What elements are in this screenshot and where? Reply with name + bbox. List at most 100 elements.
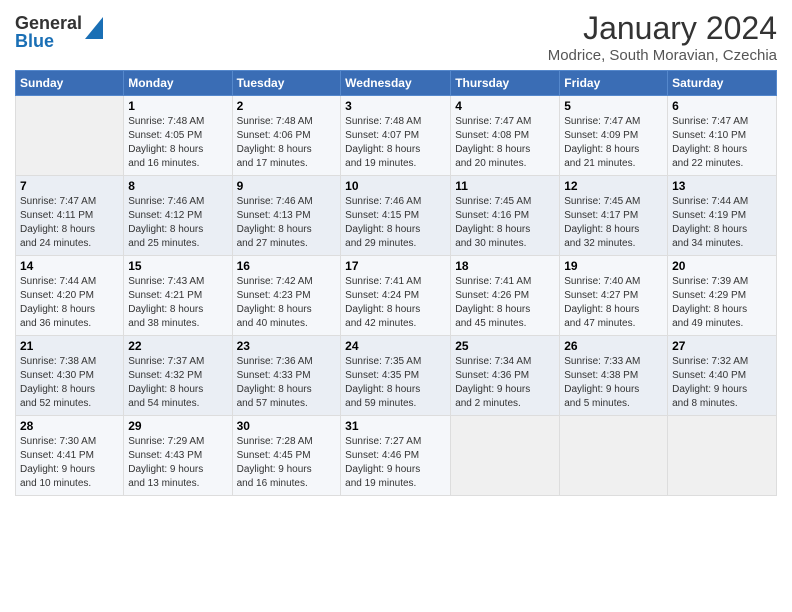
day-info: Sunrise: 7:33 AM Sunset: 4:38 PM Dayligh… <box>564 355 663 411</box>
calendar-week-row: 1 Sunrise: 7:48 AM Sunset: 4:05 PM Daylig… <box>16 96 777 176</box>
day-number: 25 <box>455 339 555 353</box>
day-info: Sunrise: 7:48 AM Sunset: 4:06 PM Dayligh… <box>237 115 337 171</box>
calendar-cell: 4 Sunrise: 7:47 AM Sunset: 4:08 PM Daylig… <box>451 96 560 176</box>
day-info: Sunrise: 7:48 AM Sunset: 4:05 PM Dayligh… <box>128 115 227 171</box>
day-info: Sunrise: 7:36 AM Sunset: 4:33 PM Dayligh… <box>237 355 337 411</box>
calendar-cell: 12Sunrise: 7:45 AM Sunset: 4:17 PM Dayli… <box>560 176 668 256</box>
day-number: 23 <box>237 339 337 353</box>
day-number: 26 <box>564 339 663 353</box>
day-number: 5 <box>564 99 663 113</box>
calendar-cell <box>668 416 777 496</box>
logo-text: General Blue <box>15 14 82 50</box>
day-of-week-header: Sunday <box>16 71 124 96</box>
day-number: 8 <box>128 179 227 193</box>
day-info: Sunrise: 7:28 AM Sunset: 4:45 PM Dayligh… <box>237 435 337 491</box>
calendar-cell: 22 Sunrise: 7:37 AM Sunset: 4:32 PM Dayli… <box>124 336 232 416</box>
calendar-cell: 17 Sunrise: 7:41 AM Sunset: 4:24 PM Dayli… <box>341 256 451 336</box>
day-info: Sunrise: 7:46 AM Sunset: 4:13 PM Dayligh… <box>237 195 337 251</box>
day-number: 2 <box>237 99 337 113</box>
day-number: 19 <box>564 259 663 273</box>
day-of-week-header: Wednesday <box>341 71 451 96</box>
day-info: Sunrise: 7:44 AM Sunset: 4:19 PM Dayligh… <box>672 195 772 251</box>
calendar-cell: 24 Sunrise: 7:35 AM Sunset: 4:35 PM Dayli… <box>341 336 451 416</box>
day-info: Sunrise: 7:45 AM Sunset: 4:16 PM Dayligh… <box>455 195 555 251</box>
calendar-cell: 10 Sunrise: 7:46 AM Sunset: 4:15 PM Dayli… <box>341 176 451 256</box>
day-number: 18 <box>455 259 555 273</box>
header-row: SundayMondayTuesdayWednesdayThursdayFrid… <box>16 71 777 96</box>
day-number: 1 <box>128 99 227 113</box>
calendar-cell: 14 Sunrise: 7:44 AM Sunset: 4:20 PM Dayli… <box>16 256 124 336</box>
day-number: 16 <box>237 259 337 273</box>
day-number: 24 <box>345 339 446 353</box>
day-number: 31 <box>345 419 446 433</box>
main-container: General Blue January 2024 Modrice, South… <box>0 0 792 506</box>
day-number: 27 <box>672 339 772 353</box>
day-info: Sunrise: 7:47 AM Sunset: 4:11 PM Dayligh… <box>20 195 119 251</box>
calendar-cell: 8 Sunrise: 7:46 AM Sunset: 4:12 PM Daylig… <box>124 176 232 256</box>
month-title: January 2024 <box>548 10 777 47</box>
calendar-cell: 25 Sunrise: 7:34 AM Sunset: 4:36 PM Dayli… <box>451 336 560 416</box>
calendar-cell: 3Sunrise: 7:48 AM Sunset: 4:07 PM Daylig… <box>341 96 451 176</box>
logo-general: General <box>15 14 82 32</box>
calendar-cell: 15Sunrise: 7:43 AM Sunset: 4:21 PM Dayli… <box>124 256 232 336</box>
calendar-cell: 16 Sunrise: 7:42 AM Sunset: 4:23 PM Dayli… <box>232 256 341 336</box>
day-info: Sunrise: 7:47 AM Sunset: 4:08 PM Dayligh… <box>455 115 555 171</box>
logo-blue: Blue <box>15 32 82 50</box>
day-info: Sunrise: 7:40 AM Sunset: 4:27 PM Dayligh… <box>564 275 663 331</box>
title-area: January 2024 Modrice, South Moravian, Cz… <box>548 10 777 64</box>
day-info: Sunrise: 7:46 AM Sunset: 4:15 PM Dayligh… <box>345 195 446 251</box>
day-info: Sunrise: 7:41 AM Sunset: 4:26 PM Dayligh… <box>455 275 555 331</box>
day-info: Sunrise: 7:35 AM Sunset: 4:35 PM Dayligh… <box>345 355 446 411</box>
calendar-cell: 27 Sunrise: 7:32 AM Sunset: 4:40 PM Dayli… <box>668 336 777 416</box>
calendar-cell <box>560 416 668 496</box>
day-info: Sunrise: 7:34 AM Sunset: 4:36 PM Dayligh… <box>455 355 555 411</box>
day-info: Sunrise: 7:46 AM Sunset: 4:12 PM Dayligh… <box>128 195 227 251</box>
day-number: 3 <box>345 99 446 113</box>
day-number: 6 <box>672 99 772 113</box>
calendar-cell: 23 Sunrise: 7:36 AM Sunset: 4:33 PM Dayli… <box>232 336 341 416</box>
day-info: Sunrise: 7:30 AM Sunset: 4:41 PM Dayligh… <box>20 435 119 491</box>
logo-icon <box>85 17 103 39</box>
calendar-cell: 5Sunrise: 7:47 AM Sunset: 4:09 PM Daylig… <box>560 96 668 176</box>
day-number: 10 <box>345 179 446 193</box>
header-area: General Blue January 2024 Modrice, South… <box>15 10 777 64</box>
calendar-cell: 26 Sunrise: 7:33 AM Sunset: 4:38 PM Dayli… <box>560 336 668 416</box>
day-info: Sunrise: 7:41 AM Sunset: 4:24 PM Dayligh… <box>345 275 446 331</box>
calendar-week-row: 28Sunrise: 7:30 AM Sunset: 4:41 PM Dayli… <box>16 416 777 496</box>
day-of-week-header: Thursday <box>451 71 560 96</box>
day-info: Sunrise: 7:37 AM Sunset: 4:32 PM Dayligh… <box>128 355 227 411</box>
day-of-week-header: Saturday <box>668 71 777 96</box>
subtitle: Modrice, South Moravian, Czechia <box>548 47 777 64</box>
day-info: Sunrise: 7:27 AM Sunset: 4:46 PM Dayligh… <box>345 435 446 491</box>
day-number: 11 <box>455 179 555 193</box>
day-number: 22 <box>128 339 227 353</box>
calendar-cell: 29 Sunrise: 7:29 AM Sunset: 4:43 PM Dayli… <box>124 416 232 496</box>
day-number: 17 <box>345 259 446 273</box>
day-number: 15 <box>128 259 227 273</box>
logo: General Blue <box>15 14 103 50</box>
day-info: Sunrise: 7:45 AM Sunset: 4:17 PM Dayligh… <box>564 195 663 251</box>
day-info: Sunrise: 7:39 AM Sunset: 4:29 PM Dayligh… <box>672 275 772 331</box>
calendar-week-row: 14 Sunrise: 7:44 AM Sunset: 4:20 PM Dayli… <box>16 256 777 336</box>
calendar-body: 1 Sunrise: 7:48 AM Sunset: 4:05 PM Daylig… <box>16 96 777 496</box>
calendar-week-row: 7Sunrise: 7:47 AM Sunset: 4:11 PM Daylig… <box>16 176 777 256</box>
calendar-cell <box>451 416 560 496</box>
calendar-cell: 7Sunrise: 7:47 AM Sunset: 4:11 PM Daylig… <box>16 176 124 256</box>
day-number: 20 <box>672 259 772 273</box>
day-info: Sunrise: 7:44 AM Sunset: 4:20 PM Dayligh… <box>20 275 119 331</box>
day-number: 4 <box>455 99 555 113</box>
calendar-cell: 19 Sunrise: 7:40 AM Sunset: 4:27 PM Dayli… <box>560 256 668 336</box>
day-number: 29 <box>128 419 227 433</box>
day-number: 21 <box>20 339 119 353</box>
day-of-week-header: Friday <box>560 71 668 96</box>
calendar-table: SundayMondayTuesdayWednesdayThursdayFrid… <box>15 70 777 496</box>
calendar-cell: 20 Sunrise: 7:39 AM Sunset: 4:29 PM Dayli… <box>668 256 777 336</box>
day-info: Sunrise: 7:32 AM Sunset: 4:40 PM Dayligh… <box>672 355 772 411</box>
calendar-cell: 9Sunrise: 7:46 AM Sunset: 4:13 PM Daylig… <box>232 176 341 256</box>
calendar-cell: 21Sunrise: 7:38 AM Sunset: 4:30 PM Dayli… <box>16 336 124 416</box>
day-info: Sunrise: 7:47 AM Sunset: 4:10 PM Dayligh… <box>672 115 772 171</box>
day-info: Sunrise: 7:29 AM Sunset: 4:43 PM Dayligh… <box>128 435 227 491</box>
day-number: 14 <box>20 259 119 273</box>
calendar-cell: 18 Sunrise: 7:41 AM Sunset: 4:26 PM Dayli… <box>451 256 560 336</box>
day-info: Sunrise: 7:42 AM Sunset: 4:23 PM Dayligh… <box>237 275 337 331</box>
